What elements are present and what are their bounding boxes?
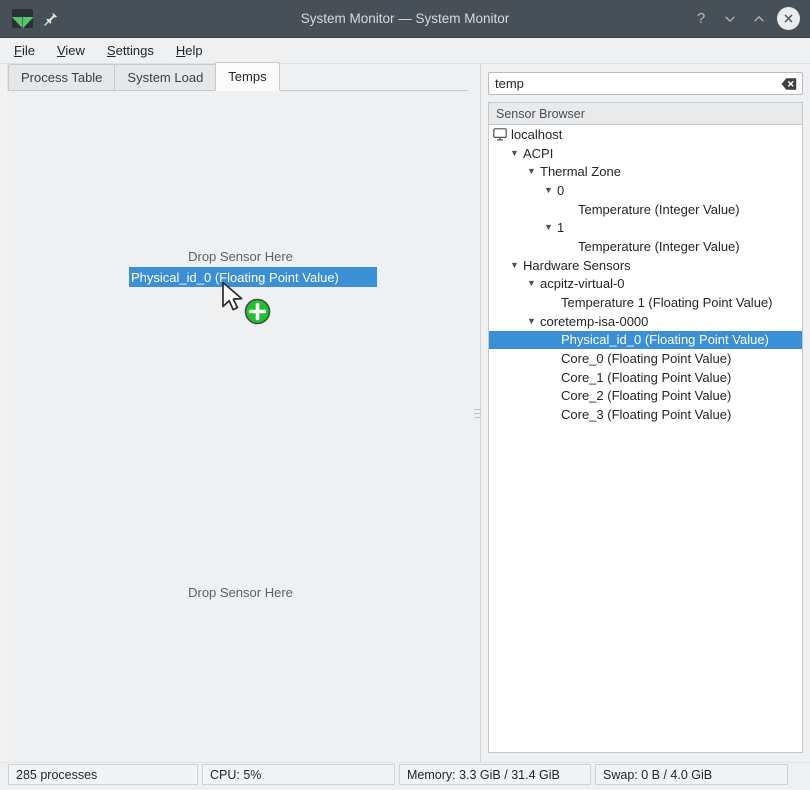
- sensor-tree-row-label: 1: [557, 220, 565, 236]
- sensor-tree-row-label: ACPI: [523, 145, 554, 161]
- sensor-tree-row-label: coretemp-isa-0000: [540, 313, 649, 329]
- titlebar: System Monitor — System Monitor ?: [0, 0, 810, 38]
- drop-zone-top-label: Drop Sensor Here: [188, 249, 293, 264]
- system-monitor-window: System Monitor — System Monitor ? File V…: [0, 0, 810, 790]
- menu-settings[interactable]: Settings: [107, 43, 154, 58]
- status-swap: Swap: 0 B / 4.0 GiB: [595, 764, 788, 785]
- search-input[interactable]: [488, 72, 803, 95]
- menu-file[interactable]: File: [14, 43, 35, 58]
- sensor-tree-row[interactable]: ▼ 1: [489, 218, 802, 237]
- sensor-tree-row[interactable]: ▼ Thermal Zone: [489, 162, 802, 181]
- sensor-tree-row-label: localhost: [511, 126, 563, 142]
- sensor-tree-row-label: Core_1 (Floating Point Value): [561, 369, 732, 385]
- sensor-tree-row-label: Core_0 (Floating Point Value): [561, 351, 732, 367]
- tree-expander-icon[interactable]: ▼: [510, 260, 523, 270]
- sensor-tree-row-label: Temperature 1 (Floating Point Value): [561, 295, 773, 311]
- sensor-tree-row[interactable]: ▼ Hardware Sensors: [489, 256, 802, 275]
- sensor-tree-row-label: 0: [557, 182, 565, 198]
- menu-view[interactable]: View: [57, 43, 85, 58]
- help-button[interactable]: ?: [688, 6, 714, 32]
- sensor-tree-row[interactable]: Core_3 (Floating Point Value): [489, 405, 802, 424]
- sensor-tree-row[interactable]: ▼ ACPI: [489, 144, 802, 163]
- sensor-tree-row[interactable]: Temperature (Integer Value): [489, 200, 802, 219]
- sensor-tree-row-label: Temperature (Integer Value): [578, 201, 740, 217]
- drag-copy-plus-icon: [244, 298, 271, 325]
- tree-expander-icon[interactable]: ▼: [510, 148, 523, 158]
- pin-icon[interactable]: [43, 11, 59, 27]
- status-processes: 285 processes: [8, 764, 198, 785]
- sensor-tree-row[interactable]: localhost: [489, 125, 802, 144]
- pane-splitter[interactable]: [473, 64, 481, 762]
- tab-process-table[interactable]: Process Table: [8, 64, 116, 91]
- sensor-tree-row[interactable]: ▼ acpitz-virtual-0: [489, 275, 802, 294]
- close-icon: [776, 7, 800, 30]
- sensor-tree-row-label: Hardware Sensors: [523, 257, 631, 273]
- sensor-tree-row-label: Core_3 (Floating Point Value): [561, 407, 732, 423]
- sensor-tree-row[interactable]: Temperature 1 (Floating Point Value): [489, 293, 802, 312]
- drop-zone-bottom-label: Drop Sensor Here: [188, 584, 293, 600]
- splitter-grip-icon: [473, 408, 481, 418]
- tab-temps[interactable]: Temps: [215, 62, 280, 91]
- monitor-icon: [493, 128, 508, 141]
- menubar: File View Settings Help: [0, 38, 810, 64]
- sensor-tree-row[interactable]: Core_1 (Floating Point Value): [489, 368, 802, 387]
- tree-expander-icon[interactable]: ▼: [527, 279, 540, 288]
- tree-expander-icon[interactable]: ▼: [527, 167, 540, 176]
- search-row: [488, 72, 803, 95]
- drop-zone-bottom[interactable]: Drop Sensor Here: [7, 427, 474, 763]
- sensor-tree-row-label: Physical_id_0 (Floating Point Value): [561, 332, 769, 348]
- sensor-tree-row[interactable]: Core_2 (Floating Point Value): [489, 387, 802, 406]
- sensor-tree-row-label: Core_2 (Floating Point Value): [561, 388, 732, 404]
- tree-expander-icon[interactable]: ▼: [544, 223, 557, 232]
- chevron-down-icon[interactable]: [717, 6, 743, 32]
- tab-system-load[interactable]: System Load: [114, 64, 217, 91]
- sensor-tree-row[interactable]: Temperature (Integer Value): [489, 237, 802, 256]
- close-button[interactable]: [775, 6, 801, 32]
- menu-help[interactable]: Help: [176, 43, 203, 58]
- drag-ghost-sensor: Physical_id_0 (Floating Point Value): [129, 267, 377, 287]
- titlebar-left-icons: [0, 9, 59, 28]
- sensor-browser-header: Sensor Browser: [488, 102, 803, 124]
- tabbar: Process Table System Load Temps: [0, 62, 474, 91]
- sensor-tree-row-label: Thermal Zone: [540, 164, 621, 180]
- temps-drop-area: Drop Sensor Here Drop Sensor Here Physic…: [7, 91, 474, 762]
- sensor-tree[interactable]: localhost ▼ ACPI ▼ Thermal Zone ▼ 0 Temperature…: [488, 124, 803, 753]
- sensor-tree-row-label: Temperature (Integer Value): [578, 238, 740, 254]
- sensor-tree-row-label: acpitz-virtual-0: [540, 276, 625, 292]
- sensor-tree-row[interactable]: ▼ coretemp-isa-0000: [489, 312, 802, 331]
- tree-expander-icon[interactable]: ▼: [544, 185, 557, 195]
- sensor-tree-row[interactable]: Core_0 (Floating Point Value): [489, 349, 802, 368]
- sensor-tree-row[interactable]: ▼ 0: [489, 181, 802, 200]
- drop-zone-top[interactable]: Drop Sensor Here: [7, 91, 474, 427]
- titlebar-window-controls: ?: [688, 6, 810, 32]
- sensor-tree-row[interactable]: Physical_id_0 (Floating Point Value): [489, 330, 802, 350]
- status-cpu: CPU: 5%: [202, 764, 395, 785]
- status-memory: Memory: 3.3 GiB / 31.4 GiB: [399, 764, 591, 785]
- system-monitor-chart-icon: [12, 9, 33, 28]
- main-body: Process Table System Load Temps Drop Sen…: [0, 62, 810, 762]
- clear-text-icon[interactable]: [781, 77, 797, 90]
- chevron-up-icon[interactable]: [746, 6, 772, 32]
- arrow-cursor-icon: [221, 281, 247, 315]
- statusbar: 285 processes CPU: 5% Memory: 3.3 GiB / …: [0, 762, 810, 790]
- left-pane: Process Table System Load Temps Drop Sen…: [0, 62, 474, 762]
- tree-expander-icon[interactable]: ▼: [527, 316, 540, 326]
- sensor-browser-pane: Sensor Browser localhost▼ACPI▼Thermal Zo…: [481, 64, 810, 762]
